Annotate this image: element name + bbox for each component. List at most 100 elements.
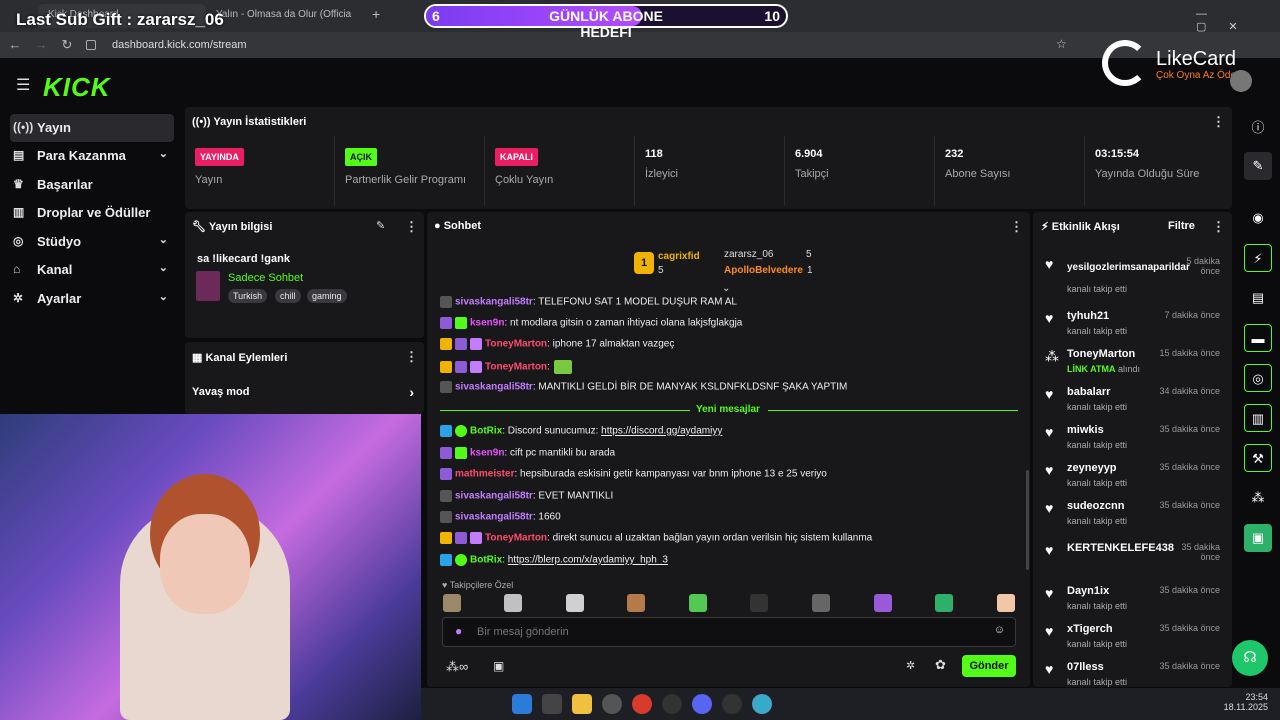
emote-icon[interactable]	[566, 594, 584, 612]
emote-icon[interactable]	[750, 594, 768, 612]
emote-icon[interactable]	[627, 594, 645, 612]
chat-menu-icon[interactable]: ⋮	[1010, 219, 1023, 235]
stats-menu-icon[interactable]: ⋮	[1212, 114, 1225, 130]
settings-gear-icon[interactable]: ✲	[906, 659, 915, 672]
file-explorer-icon[interactable]	[572, 694, 592, 714]
mic-icon[interactable]: ●	[455, 624, 462, 638]
app-g-icon[interactable]	[662, 694, 682, 714]
activity-username[interactable]: babalarr	[1067, 386, 1110, 398]
activity-username[interactable]: zeyneyyp	[1067, 462, 1117, 474]
bookmark-star-icon[interactable]: ☆	[1056, 37, 1067, 51]
emote-picker-icon[interactable]: ✿	[935, 657, 946, 673]
sidebar-item-ayarlar[interactable]: ✲ Ayarlar ⌄	[10, 285, 174, 313]
emote-icon[interactable]	[689, 594, 707, 612]
camera-icon[interactable]: ◉	[1244, 204, 1272, 232]
chat-link[interactable]: https://blerp.com/x/aydamiyy_hph_3	[508, 555, 668, 566]
document-icon[interactable]: ▤	[1244, 284, 1272, 312]
window-controls[interactable]: —▢✕	[1196, 8, 1280, 33]
chat-input-box[interactable]: ● ☺	[442, 617, 1016, 647]
chat-username[interactable]: BotRix	[470, 555, 502, 566]
gift-third-name[interactable]: ApolloBelvedere	[724, 265, 803, 276]
sidebar-item-basarilar[interactable]: ♛ Başarılar	[10, 171, 174, 199]
chat-username[interactable]: sivaskangali58tr	[455, 512, 533, 523]
forward-icon[interactable]: →	[32, 36, 50, 54]
discord-icon[interactable]	[692, 694, 712, 714]
emote-icon[interactable]	[874, 594, 892, 612]
app-icon[interactable]: ▣	[1244, 524, 1272, 552]
collapse-chevron-icon[interactable]: ⌄	[722, 283, 730, 294]
chat-scrollbar[interactable]	[1026, 470, 1029, 570]
chat-username[interactable]: sivaskangali58tr	[455, 382, 533, 393]
sidebar-item-para-kazanma[interactable]: ▤ Para Kazanma ⌄	[10, 142, 174, 170]
gift-second-name[interactable]: zararsz_06	[724, 249, 773, 260]
sidebar-item-studyo[interactable]: ◎ Stüdyo ⌄	[10, 228, 174, 256]
lightning-icon[interactable]: ⚡︎	[1244, 244, 1272, 272]
kick-logo[interactable]: KICK	[43, 72, 111, 103]
activity-username[interactable]: Dayn1ix	[1067, 585, 1109, 597]
send-button[interactable]: Gönder	[962, 655, 1016, 677]
filter-button[interactable]: Filtre	[1168, 220, 1195, 232]
back-icon[interactable]: ←	[6, 36, 24, 54]
chat-username[interactable]: ksen9n	[470, 448, 504, 459]
chat-username[interactable]: ToneyMarton	[485, 339, 547, 350]
windows-start-icon[interactable]	[512, 694, 532, 714]
edit-icon[interactable]: ✎	[1244, 152, 1272, 180]
store-icon[interactable]: ▣	[493, 659, 504, 673]
activity-username[interactable]: sudeozcnn	[1067, 500, 1124, 512]
gift-leader-name[interactable]: cagrixfid	[658, 251, 700, 262]
kick-points-icon[interactable]: ⁂	[1244, 484, 1272, 512]
activity-username[interactable]: 07lless	[1067, 661, 1104, 673]
chat-username[interactable]: mathmeister	[455, 469, 514, 480]
chat-username[interactable]: ToneyMarton	[485, 533, 547, 544]
chat-username[interactable]: ksen9n	[470, 318, 504, 329]
tag-chip[interactable]: Turkish	[228, 289, 268, 303]
tab-music[interactable]: Yalın - Olmasa da Olur (Officia	[206, 4, 366, 28]
hamburger-menu-icon[interactable]: ☰	[16, 75, 30, 95]
wrench-icon[interactable]: ⚒	[1244, 444, 1272, 472]
task-view-icon[interactable]	[542, 694, 562, 714]
chat-message-input[interactable]	[477, 623, 977, 641]
app-icon[interactable]	[752, 694, 772, 714]
activity-username[interactable]: miwkis	[1067, 424, 1104, 436]
activity-username[interactable]: KERTENKELEFE438	[1067, 542, 1174, 554]
emote-icon[interactable]	[812, 594, 830, 612]
chat-icon[interactable]: ▬	[1244, 324, 1272, 352]
chat-link[interactable]: https://discord.gg/aydamiyy	[601, 426, 722, 437]
chat-username[interactable]: ToneyMarton	[485, 362, 547, 373]
emote-icon[interactable]	[504, 594, 522, 612]
tag-chip[interactable]: gaming	[307, 289, 347, 303]
activity-username[interactable]: xTigerch	[1067, 623, 1113, 635]
sidebar-item-kanal[interactable]: ⌂ Kanal ⌄	[10, 256, 174, 284]
chrome-icon[interactable]	[632, 694, 652, 714]
channel-actions-menu-icon[interactable]: ⋮	[405, 349, 418, 365]
chat-username[interactable]: sivaskangali58tr	[455, 491, 533, 502]
activity-username[interactable]: yesilgozlerimsanaparildar	[1067, 262, 1190, 273]
slow-mode-row[interactable]: Yavaş mod ›	[192, 384, 418, 402]
stream-info-menu-icon[interactable]: ⋮	[405, 219, 418, 235]
emote-icon[interactable]	[443, 594, 461, 612]
sidebar-item-yayin[interactable]: ((•)) Yayın	[10, 114, 174, 142]
info-icon[interactable]: ⓘ	[1244, 114, 1272, 142]
app-g2-icon[interactable]	[722, 694, 742, 714]
activity-username[interactable]: ToneyMarton	[1067, 348, 1135, 360]
url-field[interactable]: dashboard.kick.com/stream	[112, 36, 412, 54]
edit-pencil-icon[interactable]: ✎	[376, 219, 385, 232]
stream-category[interactable]: Sadece Sohbet	[228, 272, 303, 284]
obs-icon[interactable]	[602, 694, 622, 714]
reload-icon[interactable]: ↻	[58, 36, 76, 54]
tag-chip[interactable]: chill	[275, 289, 301, 303]
chat-username[interactable]: sivaskangali58tr	[455, 297, 533, 308]
support-headset-icon[interactable]: ☊	[1232, 640, 1268, 676]
activity-username[interactable]: tyhuh21	[1067, 310, 1109, 322]
layout-icon[interactable]: ▥	[1244, 404, 1272, 432]
new-tab-icon[interactable]: +	[372, 6, 380, 22]
site-info-icon[interactable]	[86, 40, 96, 50]
emoji-icon[interactable]: ☺	[994, 624, 1005, 636]
infinity-icon[interactable]: ⁂∞	[446, 659, 468, 675]
activity-menu-icon[interactable]: ⋮	[1212, 219, 1225, 235]
emote-icon[interactable]	[997, 594, 1015, 612]
profile-avatar[interactable]	[1230, 70, 1252, 92]
chat-username[interactable]: BotRix	[470, 426, 502, 437]
emote-icon[interactable]	[935, 594, 953, 612]
broadcast-icon[interactable]: ◎	[1244, 364, 1272, 392]
